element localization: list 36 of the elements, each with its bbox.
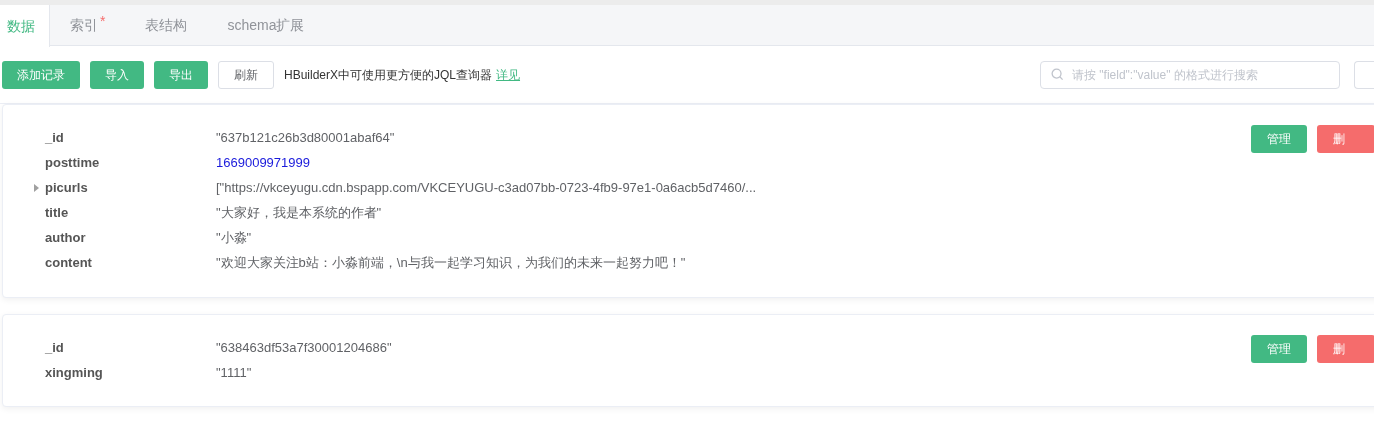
hint-text: HBuilderX中可使用更方便的JQL查询器 (284, 66, 493, 84)
search-field[interactable]: 请按 "field":"value" 的格式进行搜索 (1040, 60, 1340, 89)
field-value: "小淼" (216, 228, 252, 247)
field-key: picurls (45, 177, 216, 198)
field-key: author (45, 227, 216, 248)
manage-button[interactable]: 管理 (1251, 335, 1307, 363)
expand-icon[interactable] (34, 183, 39, 192)
field-value: "637b121c26b3d80001abaf64" (216, 128, 395, 147)
toolbar-button[interactable]: 刷新 (218, 60, 274, 89)
manage-button[interactable]: 管理 (1251, 125, 1307, 153)
field-value: "大家好，我是本系统的作者" (216, 203, 382, 222)
field-key: posttime (45, 152, 216, 173)
details-link[interactable]: 详见 (496, 65, 521, 84)
field-key: _id (45, 127, 216, 148)
field-value: "1111" (216, 363, 252, 382)
toolbar-button[interactable]: 导出 (154, 60, 208, 89)
tab[interactable]: 数据 (0, 5, 50, 47)
required-mark: * (100, 14, 106, 28)
field-key: _id (45, 337, 216, 358)
tab[interactable]: schema扩展 (207, 5, 325, 46)
delete-button[interactable]: 删 (1317, 125, 1374, 153)
field-value: "欢迎大家关注b站：小淼前端，\n与我一起学习知识，为我们的未来一起努力吧！" (216, 253, 686, 272)
field-key: content (45, 252, 216, 273)
field-key: xingming (45, 362, 216, 383)
toolbar-button[interactable] (1354, 60, 1374, 89)
toolbar-button[interactable]: 导入 (90, 60, 144, 89)
field-value: "638463df53a7f30001204686" (216, 338, 392, 357)
field-value: ["https://vkceyugu.cdn.bspapp.com/VKCEYUGU-c3ad07bb-0723-4fb9-97e1-0a6acb5d7460/... (216, 178, 757, 197)
search-icon (1051, 68, 1064, 81)
delete-button[interactable]: 删 (1317, 335, 1374, 363)
tab[interactable]: 索引* (50, 5, 126, 46)
search-input[interactable]: 请按 "field":"value" 的格式进行搜索 (1072, 65, 1329, 84)
tab[interactable]: 表结构 (125, 5, 208, 46)
field-key: title (45, 202, 216, 223)
toolbar-button[interactable]: 添加记录 (2, 60, 80, 89)
field-value: 1669009971999 (216, 153, 310, 172)
